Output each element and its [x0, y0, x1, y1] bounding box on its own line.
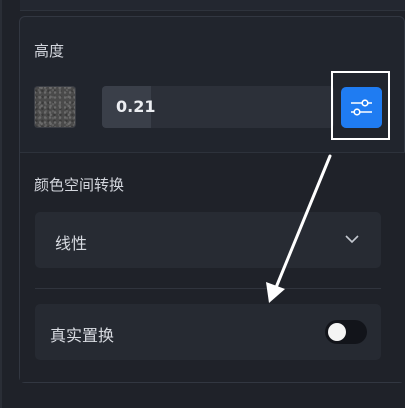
- height-section-title: 高度: [34, 42, 65, 60]
- real-displacement-label: 真实置换: [50, 326, 115, 345]
- toggle-knob: [328, 323, 346, 341]
- color-space-select[interactable]: 线性: [35, 212, 381, 268]
- height-value-slider[interactable]: 0.21: [102, 86, 334, 128]
- chevron-down-icon: [345, 235, 359, 244]
- color-space-selected-value: 线性: [55, 234, 88, 253]
- annotation-highlight-box: [331, 71, 390, 140]
- height-texture-thumbnail[interactable]: [34, 86, 76, 128]
- properties-panel: 高度 0.21 颜色空间转换 线性 真实置换: [0, 0, 405, 408]
- height-value-text: 0.21: [116, 97, 156, 116]
- real-displacement-toggle[interactable]: [325, 320, 367, 344]
- panel-edge: [0, 0, 2, 408]
- section-divider: [35, 288, 381, 289]
- real-displacement-row: 真实置换: [35, 304, 381, 360]
- previous-section-edge: [20, 0, 405, 11]
- color-space-title: 颜色空间转换: [34, 176, 125, 194]
